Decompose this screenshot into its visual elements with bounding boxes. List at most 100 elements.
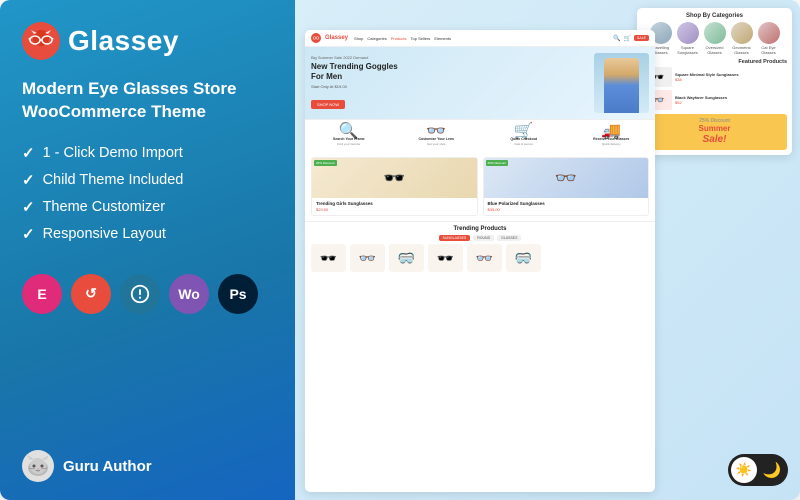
search-icon: 🔍 (613, 35, 620, 42)
check-icon-4: ✓ (22, 225, 35, 243)
cat-circle-2 (677, 22, 699, 44)
service-delivery: 🚚 Receive Your Glasses Quick delivery (568, 124, 656, 148)
tech-badges: E ↺ Wo Ps (22, 274, 273, 314)
wp-icon (129, 283, 151, 305)
featured-item-2: 👓 Black Wayfarer Sunglasses $52 (642, 90, 787, 110)
trending-items: 🕶️ 👓 🥽 🕶️ 👓 🥽 (311, 244, 649, 272)
logo-icon (22, 22, 60, 60)
guru-label: Guru Author (63, 458, 152, 475)
mini-nav-links: Shop Categories Products Top Sellers Ele… (354, 36, 607, 41)
cat-item-4: Geometric Glasses (730, 22, 754, 55)
search-glasses-icon: 🔍 (343, 126, 355, 136)
product-info-1: Trending Girls Sunglasses $29.00 (312, 198, 477, 215)
service-delivery-name: Receive Your Glasses (593, 137, 629, 141)
mini-logo: Glassey (311, 33, 348, 43)
hero-image (594, 53, 649, 113)
cat-item-3: Oversized Glasses (703, 22, 727, 55)
products-row: 🕶️ 25% Discount Trending Girls Sunglasse… (305, 152, 655, 221)
check-icon-2: ✓ (22, 171, 35, 189)
trending-item-4: 🕶️ (428, 244, 463, 272)
trending-title: Trending Products (311, 226, 649, 232)
hero-price: Start Only At $19.00 (311, 84, 594, 89)
cat-circle-5 (758, 22, 780, 44)
cart-checkout-icon: 🛒 (518, 126, 530, 136)
main-website-preview: Glassey Shop Categories Products Top Sel… (305, 30, 655, 492)
hero-text: Big Summer Sale 2022 Demand New Trending… (311, 55, 594, 111)
nav-link-products: Products (391, 36, 407, 41)
cart-icon: 🛒 (624, 35, 631, 42)
tagline: Modern Eye Glasses Store WooCommerce The… (22, 78, 273, 124)
cat-item-5: Cat Eye Glasses (757, 22, 781, 55)
product-card-2: 👓 25% Discount Blue Polarized Sunglasses… (483, 157, 650, 216)
service-search: 🔍 Search Your Frame Find your favorite (305, 124, 393, 148)
product-badge-1: 25% Discount (314, 160, 337, 166)
hero-button[interactable]: SHOP NOW (311, 100, 345, 109)
trending-item-1: 🕶️ (311, 244, 346, 272)
service-customize: 👓 Customize Your Lens Get your style (393, 124, 481, 148)
product-img-1: 🕶️ 25% Discount (312, 158, 477, 198)
product-price-1: $29.00 (316, 207, 473, 212)
glasses-icon: 👓 (430, 126, 442, 136)
nav-link-elements: Elements (434, 36, 451, 41)
product-price-2: $35.00 (488, 207, 645, 212)
service-search-name: Search Your Frame (333, 137, 365, 141)
feat-info-1: Square Minimal Style Sunglasses $38 (675, 72, 787, 82)
feature-item-2: ✓ Child Theme Included (22, 171, 273, 189)
cat-circle-3 (704, 22, 726, 44)
trending-item-2: 👓 (350, 244, 385, 272)
guru-row: Guru Author (22, 450, 273, 482)
left-panel: Glassey Modern Eye Glasses Store WooComm… (0, 0, 295, 500)
categories-row: Travelling Glasses Square Sunglasses Ove… (642, 22, 787, 55)
glasses-emoji-2: 👓 (555, 168, 577, 189)
trending-item-3: 🥽 (389, 244, 424, 272)
mini-logo-icon (311, 33, 321, 43)
mini-hero: Big Summer Sale 2022 Demand New Trending… (305, 47, 655, 119)
trending-tab-round[interactable]: ROUND (473, 235, 494, 241)
product-info-2: Blue Polarized Sunglasses $35.00 (484, 198, 649, 215)
cat-label-2: Square Sunglasses (676, 45, 700, 55)
categories-panel: Shop By Categories Travelling Glasses Sq… (637, 8, 792, 155)
categories-title: Shop By Categories (642, 13, 787, 19)
nav-link-categories: Categories (367, 36, 386, 41)
product-card-1: 🕶️ 25% Discount Trending Girls Sunglasse… (311, 157, 478, 216)
service-customize-desc: Get your style (427, 142, 446, 146)
badge-wordpress (120, 274, 160, 314)
badge-customizer: ↺ (71, 274, 111, 314)
badge-photoshop: Ps (218, 274, 258, 314)
dark-mode-indicator: 🌙 (760, 457, 786, 483)
cat-circle-4 (731, 22, 753, 44)
service-customize-name: Customize Your Lens (419, 137, 454, 141)
service-checkout-name: Quick Checkout (510, 137, 537, 141)
service-delivery-desc: Quick delivery (602, 142, 621, 146)
logo-row: Glassey (22, 22, 273, 60)
feat-info-2: Black Wayfarer Sunglasses $52 (675, 95, 787, 105)
product-badge-2: 25% Discount (486, 160, 509, 166)
trending-item-6: 🥽 (506, 244, 541, 272)
product-img-2: 👓 25% Discount (484, 158, 649, 198)
featured-products-title: Featured Products (642, 59, 787, 65)
product-name-1: Trending Girls Sunglasses (316, 201, 473, 206)
dark-mode-toggle[interactable]: ☀️ 🌙 (728, 454, 788, 486)
nav-link-topsellers: Top Sellers (411, 36, 431, 41)
person-silhouette (604, 58, 639, 113)
featured-item-1: 🕶️ Square Minimal Style Sunglasses $38 (642, 67, 787, 87)
hero-title: New Trending GogglesFor Men (311, 62, 594, 81)
trending-tab-sunglasses[interactable]: SUNGLASSES (439, 235, 471, 241)
sale-indicator: SALE (634, 35, 649, 41)
feature-item-4: ✓ Responsive Layout (22, 225, 273, 243)
trending-item-5: 👓 (467, 244, 502, 272)
trending-tabs: SUNGLASSES ROUND GLASSES (311, 235, 649, 241)
logo-text: Glassey (68, 25, 179, 57)
cat-item-2: Square Sunglasses (676, 22, 700, 55)
feature-item-3: ✓ Theme Customizer (22, 198, 273, 216)
cat-label-4: Geometric Glasses (730, 45, 754, 55)
service-checkout: 🛒 Quick Checkout Fast & secure (480, 124, 568, 148)
product-card-container: Glassey Modern Eye Glasses Store WooComm… (0, 0, 800, 500)
delivery-icon: 🚚 (605, 126, 617, 136)
trending-tab-glasses[interactable]: GLASSES (497, 235, 521, 241)
services-row: 🔍 Search Your Frame Find your favorite 👓… (305, 119, 655, 152)
service-search-desc: Find your favorite (337, 142, 360, 146)
right-panel: Shop By Categories Travelling Glasses Sq… (295, 0, 800, 500)
check-icon-3: ✓ (22, 198, 35, 216)
featured-products-list: 🕶️ Square Minimal Style Sunglasses $38 👓… (642, 67, 787, 110)
